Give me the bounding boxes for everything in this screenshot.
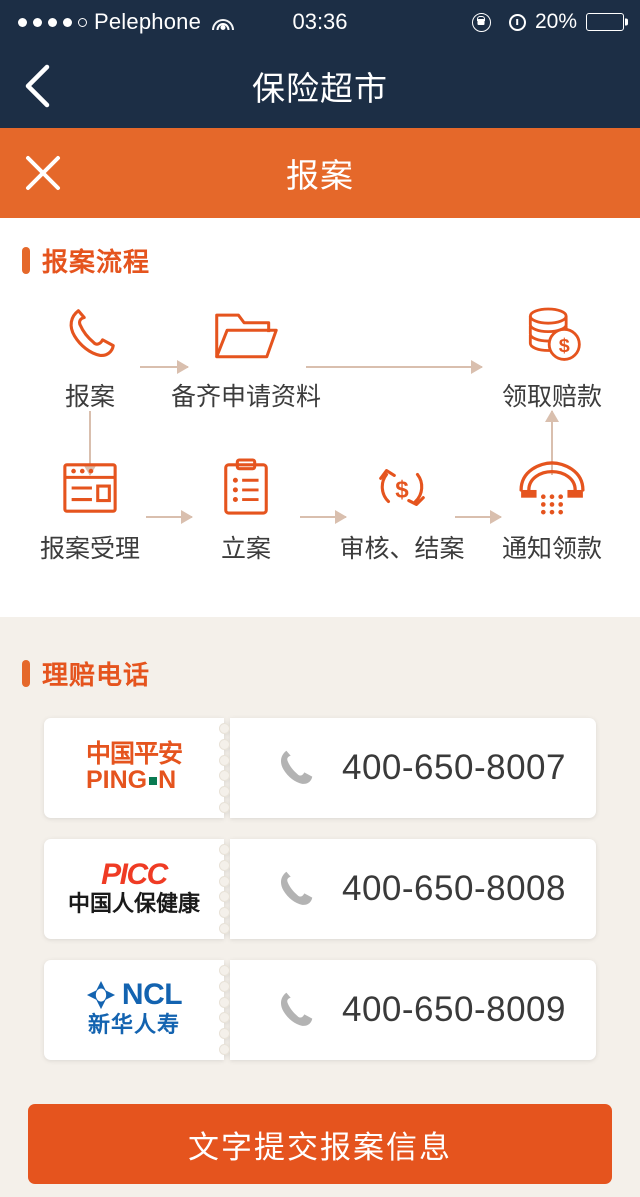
pingan-logo-cn: 中国平安 xyxy=(85,740,183,769)
phone-number: 400-650-8009 xyxy=(342,990,566,1029)
flow-node-label: 备齐申请资料 xyxy=(170,383,321,411)
picc-logo-cn: 中国人保健康 xyxy=(67,890,200,916)
flow-arrow-docs-to-claim xyxy=(306,366,482,368)
ncl-diamond-icon xyxy=(86,980,115,1009)
flow-node-filed: 立案 xyxy=(166,451,326,565)
claim-phone-section: 理赔电话 中国平安 PING N 400-650-8007 PICC 中国人保健… xyxy=(0,617,640,1060)
flow-node-review-close: $ 审核、结案 xyxy=(322,451,482,565)
refresh-dollar-icon: $ xyxy=(371,451,433,517)
phone-number-area[interactable]: 400-650-8009 xyxy=(230,960,596,1060)
phone-card-pingan[interactable]: 中国平安 PING N 400-650-8007 xyxy=(44,718,596,818)
phone-card-list: 中国平安 PING N 400-650-8007 PICC 中国人保健康 400… xyxy=(0,718,640,1060)
pingan-logo-green-mark xyxy=(149,777,158,786)
phone-number: 400-650-8007 xyxy=(342,748,566,787)
svg-text:$: $ xyxy=(559,335,570,357)
flow-node-label: 通知领款 xyxy=(501,535,602,563)
status-bar: Pelephone 03:36 20% xyxy=(0,0,640,44)
phone-card-ncl[interactable]: NCL 新华人寿 400-650-8009 xyxy=(44,960,596,1060)
pingan-logo: 中国平安 PING N xyxy=(44,718,224,818)
claim-flow-section: 报案流程 报案 备齐申请资料 $ 领取赔款 报案受理 立案 $ 审核、结案 通知… xyxy=(0,218,640,617)
pingan-logo-en-part1: PING xyxy=(85,766,148,795)
flow-node-label: 报案受理 xyxy=(39,535,140,563)
claim-flow-diagram: 报案 备齐申请资料 $ 领取赔款 报案受理 立案 $ 审核、结案 通知领款 xyxy=(0,291,640,591)
submit-report-button[interactable]: 文字提交报案信息 xyxy=(28,1104,612,1184)
pingan-logo-en-part2: N xyxy=(158,766,177,795)
ncl-logo-cn: 新华人寿 xyxy=(87,1011,180,1037)
phone-number-area[interactable]: 400-650-8007 xyxy=(230,718,596,818)
section-title: 报案流程 xyxy=(42,247,151,277)
rotation-lock-icon xyxy=(471,12,491,32)
phone-number: 400-650-8008 xyxy=(342,869,566,908)
ncl-logo: NCL 新华人寿 xyxy=(44,960,224,1060)
document-window-icon xyxy=(59,451,121,517)
flow-node-label: 报案 xyxy=(64,383,115,411)
claim-phone-heading: 理赔电话 xyxy=(0,655,640,692)
phone-handset-icon xyxy=(59,299,121,365)
status-bar-clock: 03:36 xyxy=(292,9,348,34)
flow-node-receive-claim: $ 领取赔款 xyxy=(472,299,632,413)
flow-node-notify-payout: 通知领款 xyxy=(472,451,632,565)
ncl-logo-en: NCL xyxy=(121,977,183,1011)
picc-logo-en: PICC xyxy=(101,857,168,891)
coins-dollar-icon: $ xyxy=(519,299,585,365)
flow-node-report: 报案 xyxy=(10,299,170,413)
section-title: 理赔电话 xyxy=(42,660,151,690)
phone-number-area[interactable]: 400-650-8008 xyxy=(230,839,596,939)
pingan-logo-en: PING N xyxy=(86,767,182,795)
phone-call-icon xyxy=(280,992,313,1026)
flow-node-label: 审核、结案 xyxy=(339,535,465,563)
svg-text:$: $ xyxy=(395,477,409,504)
flow-node-accepted: 报案受理 xyxy=(10,451,170,565)
ncl-logo-top: NCL xyxy=(86,977,183,1011)
nav-bar: 保险超市 xyxy=(0,44,640,128)
clipboard-list-icon xyxy=(219,451,273,517)
phone-call-icon xyxy=(280,871,313,905)
claim-flow-heading: 报案流程 xyxy=(0,242,640,279)
picc-logo: PICC 中国人保健康 xyxy=(44,839,224,939)
open-folder-icon xyxy=(212,299,280,365)
page-title: 保险超市 xyxy=(252,70,388,107)
flow-node-label: 立案 xyxy=(220,535,271,563)
sub-header-title: 报案 xyxy=(286,157,354,194)
battery-icon xyxy=(586,13,624,31)
flow-node-label: 领取赔款 xyxy=(501,383,602,411)
flow-node-prepare-docs: 备齐申请资料 xyxy=(166,299,326,413)
phone-call-icon xyxy=(280,750,313,784)
sub-header: 报案 xyxy=(0,128,640,218)
alarm-clock-icon xyxy=(508,13,526,31)
phone-card-picc[interactable]: PICC 中国人保健康 400-650-8008 xyxy=(44,839,596,939)
telephone-dial-icon xyxy=(517,451,587,517)
section-accent-bar xyxy=(22,247,30,274)
section-accent-bar xyxy=(22,660,30,687)
